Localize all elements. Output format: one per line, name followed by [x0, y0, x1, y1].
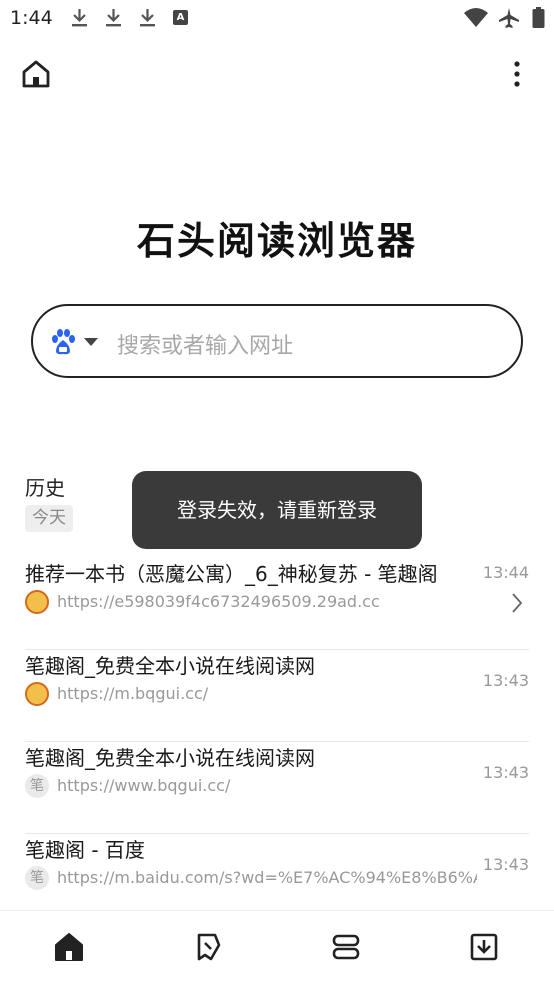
- download-icon[interactable]: [468, 931, 500, 963]
- history-item-url: https://www.bqgui.cc/: [57, 776, 231, 795]
- wifi-icon: [464, 8, 488, 27]
- search-bar[interactable]: 搜索或者输入网址: [31, 304, 523, 378]
- history-item[interactable]: 笔趣阁_免费全本小说在线阅读网 https://m.bqgui.cc/ 13:4…: [25, 650, 529, 742]
- airplane-icon: [499, 8, 519, 28]
- book-icon: [25, 590, 49, 614]
- history-item-time: 13:43: [482, 763, 529, 782]
- status-bar: 1:44 A: [0, 0, 554, 38]
- home-icon[interactable]: [53, 931, 85, 963]
- history-heading: 历史: [25, 476, 65, 500]
- download-icon: [140, 9, 155, 27]
- download-icon: [106, 9, 121, 27]
- history-item-url: https://e598039f4c6732496509.29ad.cc: [57, 592, 380, 611]
- battery-icon: [532, 7, 545, 28]
- toast-message: 登录失效，请重新登录: [132, 471, 422, 549]
- app-title: 石头阅读浏览器: [136, 219, 417, 263]
- history-item-url: https://m.bqgui.cc/: [57, 684, 209, 703]
- home-icon[interactable]: [20, 58, 52, 90]
- status-time: 1:44: [10, 7, 53, 29]
- tabs-icon[interactable]: [330, 931, 362, 963]
- download-icon: [72, 9, 87, 27]
- chevron-down-icon[interactable]: [83, 336, 99, 348]
- history-item-url: https://m.baidu.com/s?wd=%E7%AC%94%E8%B6…: [57, 868, 477, 887]
- history-item[interactable]: 笔趣阁_免费全本小说在线阅读网 笔 https://www.bqgui.cc/ …: [25, 742, 529, 834]
- a-icon: A: [173, 10, 188, 25]
- site-letter-icon: 笔: [25, 774, 49, 798]
- more-vert-icon[interactable]: [508, 58, 526, 90]
- history-item-title: 笔趣阁 - 百度: [25, 838, 145, 862]
- history-item-title: 推荐一本书（恶魔公寓）_6_神秘复苏 - 笔趣阁: [25, 562, 438, 586]
- book-icon: [25, 682, 49, 706]
- bottom-nav: [0, 910, 554, 984]
- history-item-time: 13:43: [482, 855, 529, 874]
- baidu-icon[interactable]: [49, 328, 77, 356]
- history-item-time: 13:43: [482, 671, 529, 690]
- date-group-label: 今天: [25, 505, 73, 532]
- bookmark-icon[interactable]: [191, 931, 223, 963]
- history-item-time: 13:44: [482, 563, 529, 582]
- history-item-title: 笔趣阁_免费全本小说在线阅读网: [25, 746, 315, 770]
- search-input[interactable]: 搜索或者输入网址: [117, 328, 293, 360]
- history-item[interactable]: 推荐一本书（恶魔公寓）_6_神秘复苏 - 笔趣阁 https://e598039…: [25, 558, 529, 650]
- chevron-right-icon[interactable]: [511, 592, 523, 614]
- site-letter-icon: 笔: [25, 866, 49, 890]
- history-item-title: 笔趣阁_免费全本小说在线阅读网: [25, 654, 315, 678]
